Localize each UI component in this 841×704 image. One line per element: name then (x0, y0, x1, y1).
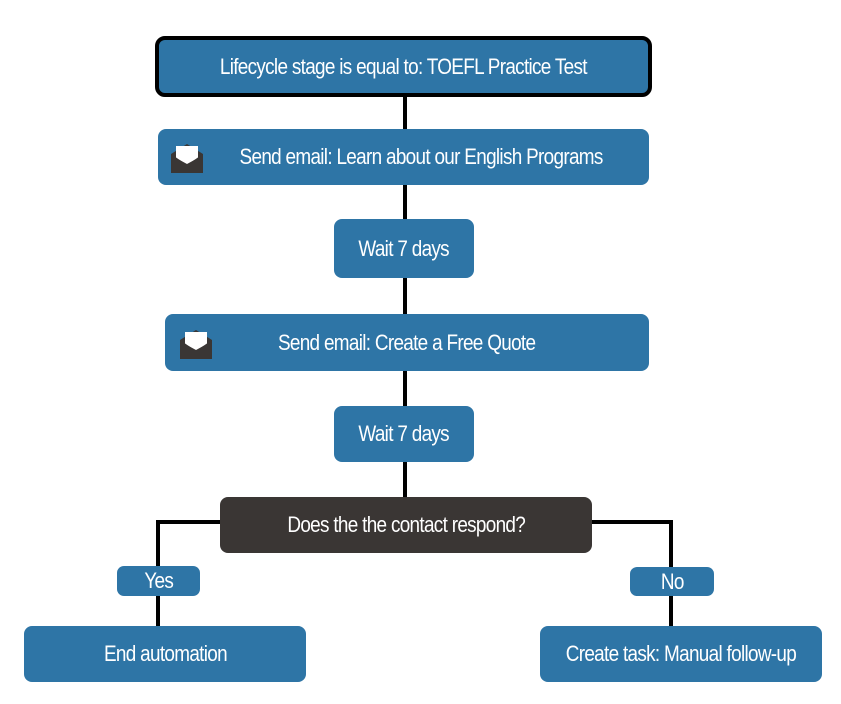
connector-wait1-to-email2 (403, 278, 407, 315)
connector-email1-to-wait1 (403, 184, 407, 220)
create-task-node[interactable]: Create task: Manual follow-up (540, 626, 822, 682)
open-envelope-icon (170, 140, 204, 174)
send-email-node-1[interactable]: Send email: Learn about our English Prog… (158, 129, 649, 185)
wait-node-2[interactable]: Wait 7 days (334, 406, 474, 462)
branch-no-badge[interactable]: No (630, 567, 714, 596)
connector-decision-left-horizontal (156, 520, 222, 524)
trigger-node[interactable]: Lifecycle stage is equal to: TOEFL Pract… (155, 36, 652, 97)
create-task-label: Create task: Manual follow-up (565, 641, 797, 666)
branch-no-label: No (660, 568, 684, 594)
branch-yes-label: Yes (144, 568, 173, 593)
send-email-node-2[interactable]: Send email: Create a Free Quote (165, 314, 649, 371)
trigger-label: Lifecycle stage is equal to: TOEFL Pract… (220, 53, 588, 79)
send-email-label-2: Send email: Create a Free Quote (278, 329, 536, 355)
wait-node-1[interactable]: Wait 7 days (334, 219, 474, 278)
connector-email2-to-wait2 (403, 370, 407, 407)
connector-wait2-to-decision (403, 461, 407, 498)
branch-yes-badge[interactable]: Yes (117, 566, 200, 596)
decision-node[interactable]: Does the the contact respond? (220, 497, 592, 553)
wait-label-1: Wait 7 days (358, 235, 450, 261)
open-envelope-icon (179, 326, 213, 360)
end-automation-label: End automation (103, 641, 228, 666)
send-email-label-1: Send email: Learn about our English Prog… (239, 144, 604, 169)
end-automation-node[interactable]: End automation (24, 626, 306, 682)
connector-trigger-to-email1 (403, 96, 407, 130)
wait-label-2: Wait 7 days (358, 421, 450, 446)
connector-decision-right-horizontal (590, 520, 673, 524)
decision-label: Does the the contact respond? (287, 512, 525, 537)
